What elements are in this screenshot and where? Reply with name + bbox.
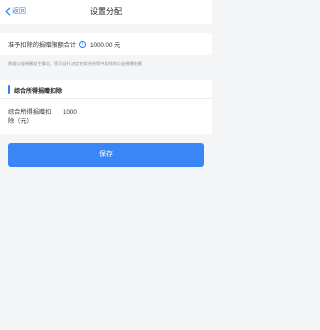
nav-bar: 返回 设置分配 (0, 0, 212, 24)
deduction-amount-field[interactable]: 1000 (63, 108, 77, 117)
total-label: 准予扣除的捐赠限额合计 (8, 41, 77, 49)
hint-text: 根据公益捐赠发生情况，您可自行决定在综合所得中扣除的公益捐赠金额 (8, 61, 143, 66)
page-title: 设置分配 (90, 7, 122, 16)
section-accent-bar (8, 85, 10, 94)
info-icon[interactable]: i (79, 40, 87, 48)
total-amount: 1000.00 元 (90, 41, 121, 49)
section-header: 综合所得捐赠扣除 (0, 80, 212, 99)
comprehensive-income-section: 综合所得捐赠扣除 综合所得捐赠扣除（元） 1000 (0, 80, 212, 134)
deduction-total-row: 准予扣除的捐赠限额合计 i 1000.00 元 (0, 33, 212, 55)
save-button[interactable]: 保存 (8, 143, 204, 167)
section-title: 综合所得捐赠扣除 (14, 89, 63, 95)
deduction-amount-label: 综合所得捐赠扣除（元） (8, 109, 52, 125)
